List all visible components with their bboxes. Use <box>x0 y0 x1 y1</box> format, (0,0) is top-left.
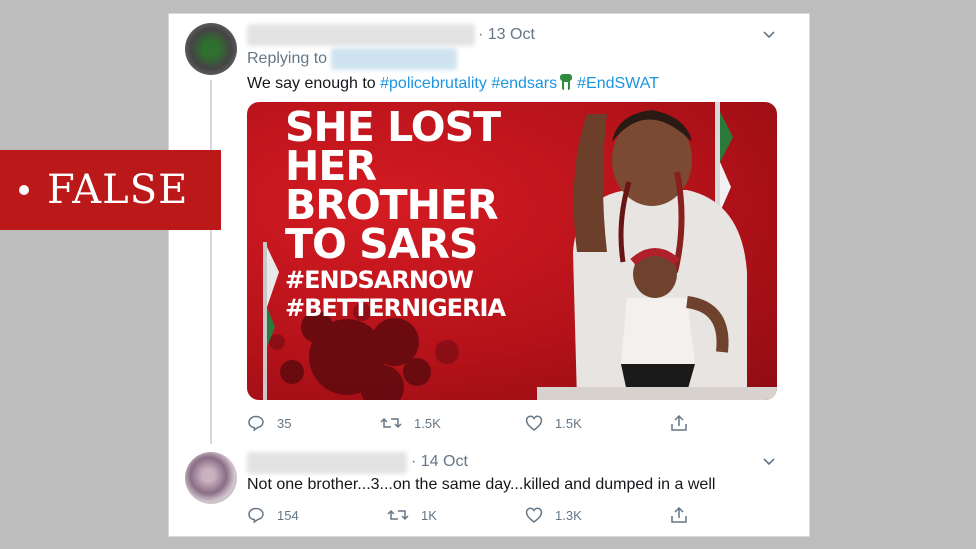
tweet-text: Not one brother...3...on the same day...… <box>247 476 716 493</box>
media-headline-line: TO SARS <box>285 220 478 268</box>
raised-fist-icon <box>559 73 573 96</box>
replying-to-label: Replying to <box>247 50 328 67</box>
like-icon <box>525 415 543 431</box>
false-verdict-banner: FALSE <box>0 150 221 230</box>
reply-count: 154 <box>277 507 299 523</box>
chevron-down-icon[interactable] <box>761 453 777 469</box>
share-icon <box>671 506 687 523</box>
tweet-text-prefix: We say enough to <box>247 75 381 92</box>
like-icon <box>525 507 543 523</box>
like-button[interactable]: 1.3K <box>525 506 582 524</box>
retweet-count: 1.5K <box>414 415 441 431</box>
reply-button[interactable]: 154 <box>247 506 299 524</box>
reply-icon <box>248 507 264 524</box>
avatar[interactable] <box>185 452 237 504</box>
tweet-actions: 35 1.5K 1.5K <box>247 414 697 434</box>
reply-button[interactable]: 35 <box>247 414 291 432</box>
blurred-user-name[interactable] <box>247 452 407 474</box>
avatar[interactable] <box>185 23 237 75</box>
tweet-date[interactable]: · 13 Oct <box>478 26 535 44</box>
tweet-text: We say enough to #policebrutality #endsa… <box>247 73 659 96</box>
retweet-count: 1K <box>421 507 437 523</box>
hashtag-endswat[interactable]: #EndSWAT <box>577 75 659 92</box>
blurred-user-name[interactable] <box>247 24 475 46</box>
tweet-date[interactable]: · 14 Oct <box>411 453 468 471</box>
share-button[interactable] <box>670 506 700 524</box>
like-count: 1.3K <box>555 507 582 523</box>
tweet-media-image[interactable]: SHE LOST HER BROTHER TO SARS #ENDSARNOW … <box>247 102 777 400</box>
media-hashtag-line: #BETTERNIGERIA <box>285 294 506 322</box>
tweet-thread-card: · 13 Oct Replying to We say enough to #p… <box>168 13 810 537</box>
verdict-label: FALSE <box>47 167 189 213</box>
like-count: 1.5K <box>555 415 582 431</box>
hashtag-policebrutality[interactable]: #policebrutality <box>380 75 487 92</box>
tweet-actions: 154 1K 1.3K <box>247 506 697 526</box>
retweet-icon <box>387 509 409 521</box>
hashtag-endsars[interactable]: #endsars <box>491 75 557 92</box>
reply-count: 35 <box>277 415 292 431</box>
media-hashtag-line: #ENDSARNOW <box>285 266 474 294</box>
retweet-icon <box>380 417 402 429</box>
blurred-reply-handle[interactable] <box>331 48 457 70</box>
retweet-button[interactable]: 1K <box>387 506 437 524</box>
chevron-down-icon[interactable] <box>761 26 777 42</box>
like-button[interactable]: 1.5K <box>525 414 582 432</box>
media-photo-people <box>537 102 777 400</box>
media-caption: SHE LOST HER BROTHER TO SARS #ENDSARNOW … <box>285 107 506 323</box>
reply-icon <box>248 415 264 432</box>
share-icon <box>671 414 687 431</box>
thread-connector-line <box>210 80 212 444</box>
retweet-button[interactable]: 1.5K <box>380 414 441 432</box>
bullet-dot <box>19 185 29 195</box>
share-button[interactable] <box>670 414 700 432</box>
